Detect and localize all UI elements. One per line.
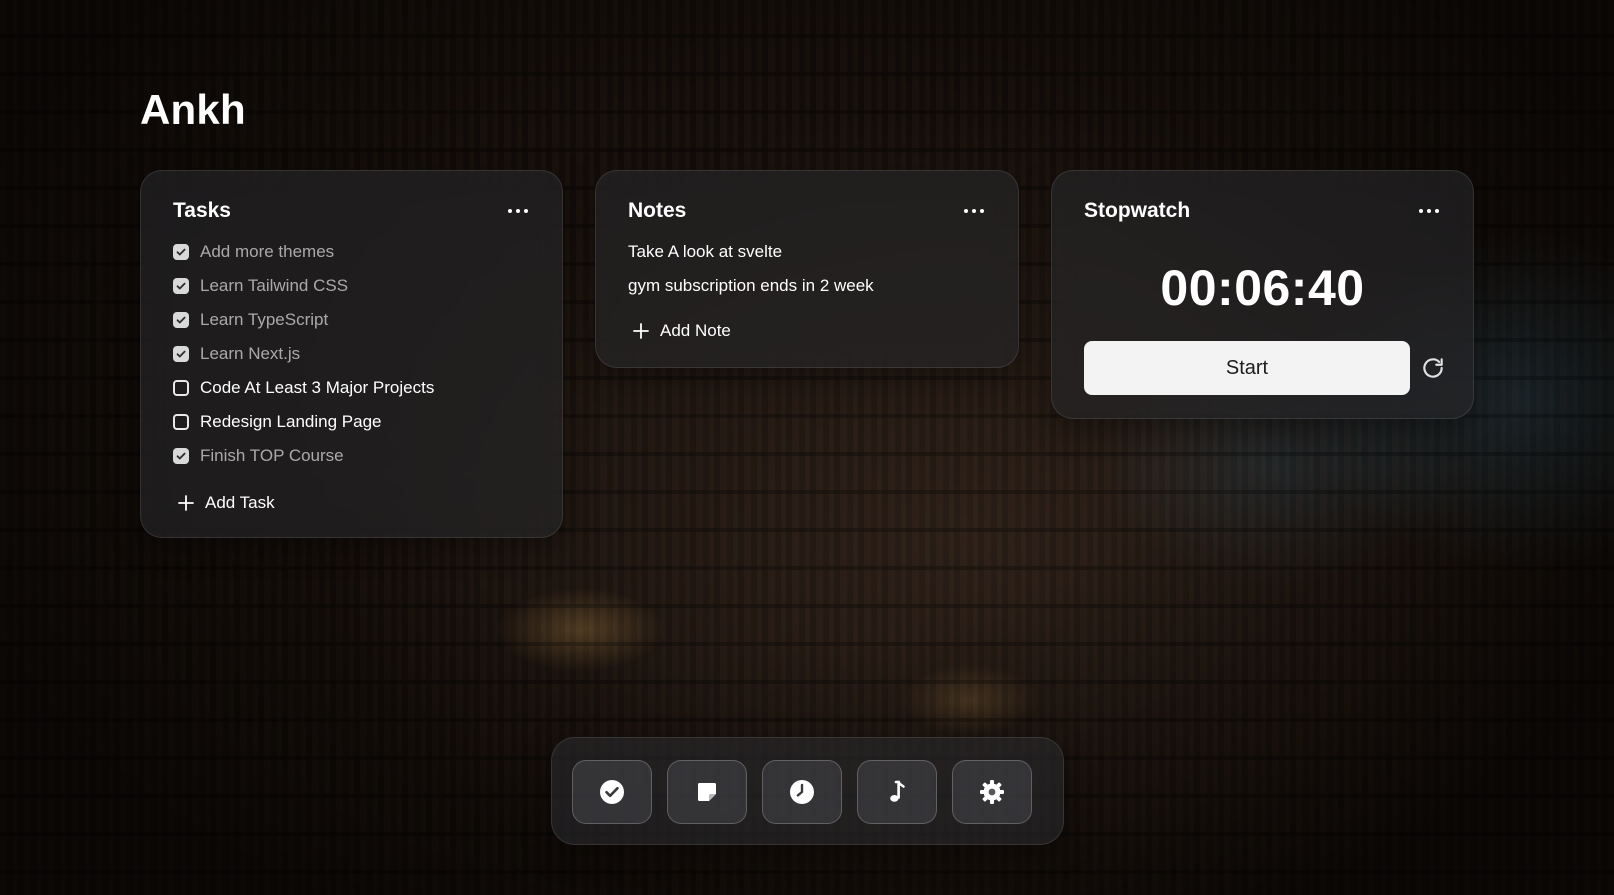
stopwatch-card: Stopwatch 00:06:40 Start <box>1051 170 1474 419</box>
task-label: Add more themes <box>200 242 335 261</box>
task-list: Add more themes Learn Tailwind CSS Learn… <box>173 235 434 473</box>
plus-icon <box>178 495 194 511</box>
tasks-title: Tasks <box>173 199 231 222</box>
sticky-note-icon <box>698 783 716 801</box>
task-checkbox[interactable] <box>173 244 189 260</box>
stopwatch-more-icon[interactable] <box>1415 201 1443 221</box>
dock-settings-button[interactable] <box>952 760 1032 824</box>
start-button[interactable]: Start <box>1084 341 1410 395</box>
clock-icon <box>790 780 814 804</box>
task-item[interactable]: Finish TOP Course <box>173 439 434 473</box>
task-checkbox[interactable] <box>173 346 189 362</box>
add-task-button[interactable]: Add Task <box>177 493 275 513</box>
music-note-icon <box>890 780 905 802</box>
task-item[interactable]: Code At Least 3 Major Projects <box>173 371 434 405</box>
app-title: Ankh <box>140 86 246 133</box>
plus-icon <box>633 323 649 339</box>
task-checkbox[interactable] <box>173 380 189 396</box>
tasks-more-icon[interactable] <box>504 201 532 221</box>
add-note-label: Add Note <box>660 321 731 340</box>
task-label: Finish TOP Course <box>200 446 344 465</box>
task-item[interactable]: Add more themes <box>173 235 434 269</box>
tasks-card: Tasks Add more themes Learn Tailwind CSS… <box>140 170 563 538</box>
task-checkbox[interactable] <box>173 312 189 328</box>
bottom-dock <box>551 737 1064 845</box>
task-item[interactable]: Learn Tailwind CSS <box>173 269 434 303</box>
note-item[interactable]: gym subscription ends in 2 week <box>628 269 874 303</box>
task-label: Learn Next.js <box>200 344 301 363</box>
task-label: Learn TypeScript <box>200 310 329 329</box>
task-item[interactable]: Redesign Landing Page <box>173 405 434 439</box>
task-label: Code At Least 3 Major Projects <box>200 378 435 397</box>
dock-notes-button[interactable] <box>667 760 747 824</box>
task-item[interactable]: Learn Next.js <box>173 337 434 371</box>
refresh-icon[interactable] <box>1420 355 1446 381</box>
note-list: Take A look at svelte gym subscription e… <box>628 235 874 303</box>
task-label: Redesign Landing Page <box>200 412 382 431</box>
dock-music-button[interactable] <box>857 760 937 824</box>
stopwatch-title: Stopwatch <box>1084 199 1191 222</box>
check-circle-icon <box>600 780 624 804</box>
gear-icon <box>980 780 1004 804</box>
stopwatch-time: 00:06:40 <box>1160 260 1365 316</box>
notes-title: Notes <box>628 199 687 222</box>
task-checkbox[interactable] <box>173 414 189 430</box>
notes-more-icon[interactable] <box>960 201 988 221</box>
dock-tasks-button[interactable] <box>572 760 652 824</box>
task-checkbox[interactable] <box>173 448 189 464</box>
add-task-label: Add Task <box>205 493 275 512</box>
task-item[interactable]: Learn TypeScript <box>173 303 434 337</box>
dock-stopwatch-button[interactable] <box>762 760 842 824</box>
task-label: Learn Tailwind CSS <box>200 276 349 295</box>
task-checkbox[interactable] <box>173 278 189 294</box>
notes-card: Notes Take A look at svelte gym subscrip… <box>595 170 1019 368</box>
note-item[interactable]: Take A look at svelte <box>628 235 874 269</box>
add-note-button[interactable]: Add Note <box>632 321 731 341</box>
